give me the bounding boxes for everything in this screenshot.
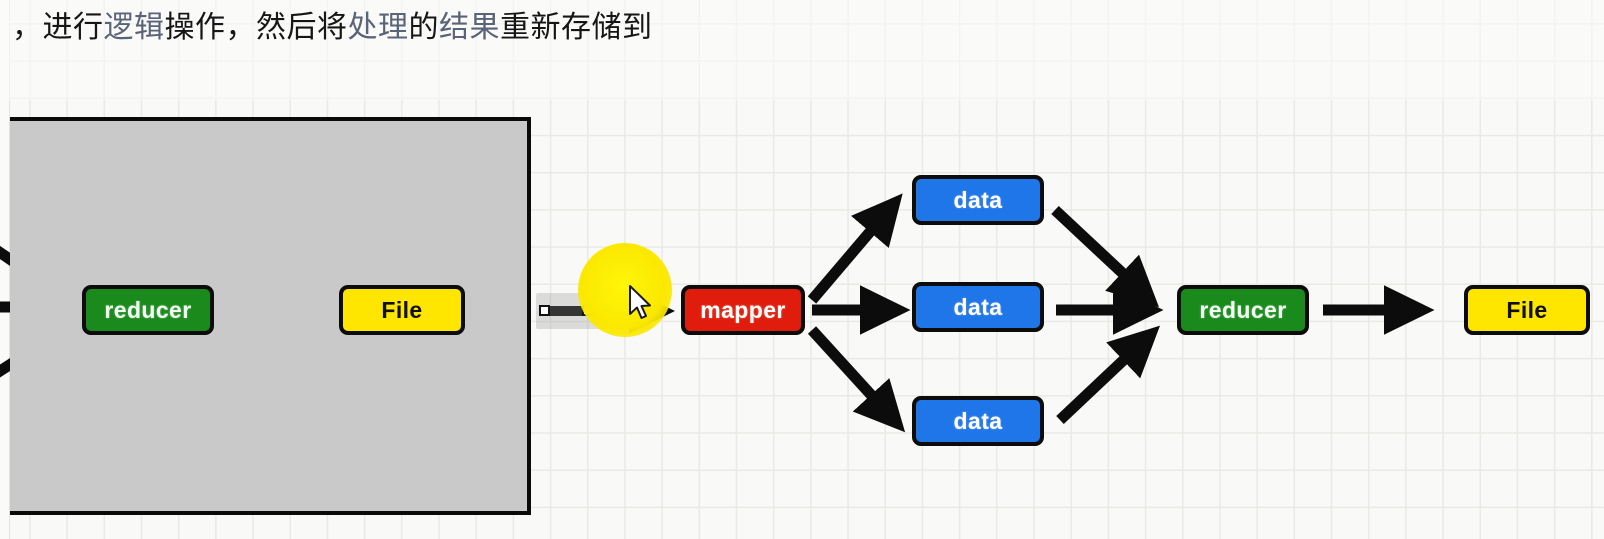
caption-segment: 操作，然后将 (164, 10, 348, 45)
node-left-reducer-label: reducer (104, 296, 192, 323)
node-right-reducer-label: reducer (1199, 296, 1287, 323)
node-data-bottom-label: data (953, 407, 1003, 434)
caption-segment: 的 (408, 10, 439, 45)
caption-text: ，进行逻辑操作，然后将处理的结果重新存储到 (12, 10, 653, 45)
node-data-top[interactable]: data (912, 175, 1044, 225)
node-mapper[interactable]: mapper (681, 285, 805, 335)
caption-segment: 重新存储到 (500, 10, 653, 45)
page-caption: ，进行逻辑操作，然后将处理的结果重新存储到 (12, 6, 653, 50)
node-mapper-label: mapper (700, 296, 786, 323)
node-left-reducer[interactable]: reducer (82, 285, 214, 335)
click-highlight-halo (578, 243, 672, 337)
node-left-file-label: File (381, 296, 423, 323)
caption-segment: 进行 (42, 10, 104, 45)
node-data-middle-label: data (953, 293, 1003, 320)
node-data-middle[interactable]: data (912, 282, 1044, 332)
node-right-reducer[interactable]: reducer (1177, 285, 1309, 335)
mouse-cursor-icon (629, 285, 651, 319)
caption-band: ，进行逻辑操作，然后将处理的结果重新存储到 (0, 0, 1604, 100)
node-data-bottom[interactable]: data (912, 396, 1044, 446)
node-right-file-label: File (1506, 296, 1548, 323)
caption-segment: 结果 (439, 10, 500, 45)
screenshot-root: ，进行逻辑操作，然后将处理的结果重新存储到 reducer File mappe… (0, 0, 1604, 539)
node-right-file[interactable]: File (1464, 285, 1590, 335)
caption-segment: 逻辑 (103, 10, 165, 45)
node-data-top-label: data (953, 186, 1003, 213)
caption-segment: 处理 (347, 10, 409, 45)
node-left-file[interactable]: File (339, 285, 465, 335)
edge-handle-start[interactable] (539, 305, 550, 316)
